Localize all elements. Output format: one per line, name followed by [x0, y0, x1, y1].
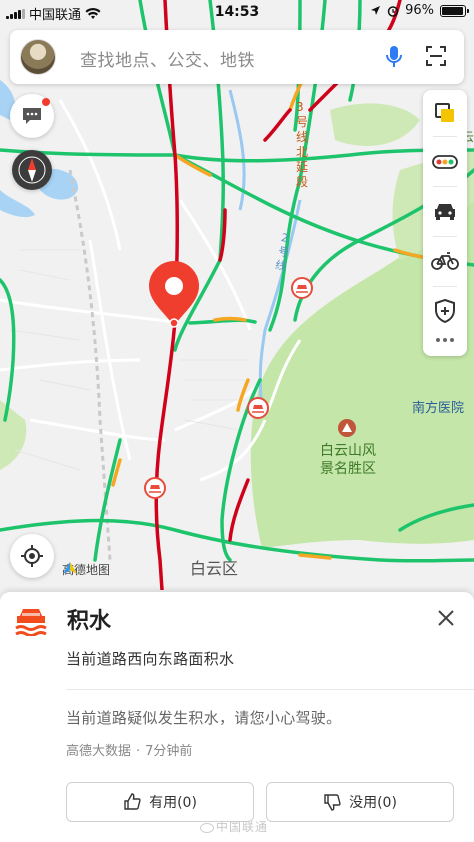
scenic-label-line1: 白云山风 [320, 443, 376, 459]
bike-button[interactable] [423, 241, 467, 281]
status-bar: 中国联通 14:53 96% [0, 0, 474, 24]
useless-label: 没用(0) [349, 795, 397, 811]
scenic-label-line2: 景名胜区 [320, 461, 376, 477]
thumbs-down-icon [324, 794, 341, 811]
amap-logo-icon [63, 562, 77, 574]
alarm-icon [387, 5, 399, 17]
metro-label-line3: 3号线北延段 [296, 100, 309, 189]
microphone-icon[interactable] [384, 44, 404, 70]
scan-icon[interactable] [425, 45, 447, 67]
amap-logo: 高德地图 [62, 561, 110, 578]
waterlogging-car-icon [15, 609, 47, 636]
map-layer-toolbar [423, 90, 467, 356]
traffic-button[interactable] [423, 142, 467, 182]
traffic-poi-marker [247, 397, 269, 419]
useless-button[interactable]: 没用(0) [266, 782, 454, 822]
crosshair-icon [21, 545, 43, 567]
search-bar[interactable]: 查找地点、公交、地铁 [10, 30, 464, 84]
event-subtitle: 当前道路西向东路面积水 [66, 650, 235, 668]
notification-dot [42, 98, 50, 106]
divider [66, 689, 474, 690]
traffic-poi-marker [291, 277, 313, 299]
compass-icon [18, 156, 46, 184]
more-dots-icon [436, 338, 454, 342]
bicycle-icon [431, 252, 459, 270]
event-detail-card: 积水 当前道路西向东路面积水 当前道路疑似发生积水，请您小心驾驶。 高德大数据 ·… [0, 592, 474, 842]
map-canvas [0, 0, 474, 590]
message-icon [23, 108, 41, 124]
drive-button[interactable] [423, 191, 467, 231]
locate-me-button[interactable] [10, 534, 54, 578]
thumbs-up-icon [124, 793, 141, 810]
battery-icon [440, 4, 469, 17]
layers-icon [435, 103, 454, 122]
hospital-label: 南方医院 [412, 401, 465, 416]
shield-plus-icon [435, 299, 455, 323]
watermark-text: 中国联通 [216, 820, 269, 834]
safety-button[interactable] [423, 291, 467, 331]
user-avatar[interactable] [20, 39, 56, 75]
event-time: 7分钟前 [145, 744, 193, 759]
useful-label: 有用(0) [149, 795, 197, 811]
district-label: 白云区 [190, 559, 239, 578]
event-meta: 高德大数据 · 7分钟前 [66, 744, 193, 759]
battery-percent: 96% [405, 3, 434, 18]
location-arrow-icon [371, 6, 381, 15]
compass-button[interactable] [12, 150, 52, 190]
event-description: 当前道路疑似发生积水，请您小心驾驶。 [66, 709, 342, 727]
traffic-poi-marker [144, 477, 166, 499]
useful-button[interactable]: 有用(0) [66, 782, 254, 822]
traffic-light-icon [432, 155, 458, 169]
car-icon [435, 204, 455, 220]
layers-button[interactable] [423, 93, 467, 133]
watermark: 中国联通 [200, 818, 268, 835]
messages-button[interactable] [10, 94, 54, 138]
search-input[interactable]: 查找地点、公交、地铁 [80, 46, 255, 71]
event-source: 高德大数据 [66, 744, 132, 759]
close-icon[interactable] [436, 608, 456, 628]
more-button[interactable] [423, 326, 467, 354]
map-view[interactable]: 3号线北延段 2号线 白云山风 景名胜区 南方医院 云 白云区 高德地图 [0, 0, 474, 590]
scenic-poi-marker [338, 419, 356, 437]
event-title: 积水 [67, 609, 112, 634]
location-pin-marker [149, 261, 199, 328]
